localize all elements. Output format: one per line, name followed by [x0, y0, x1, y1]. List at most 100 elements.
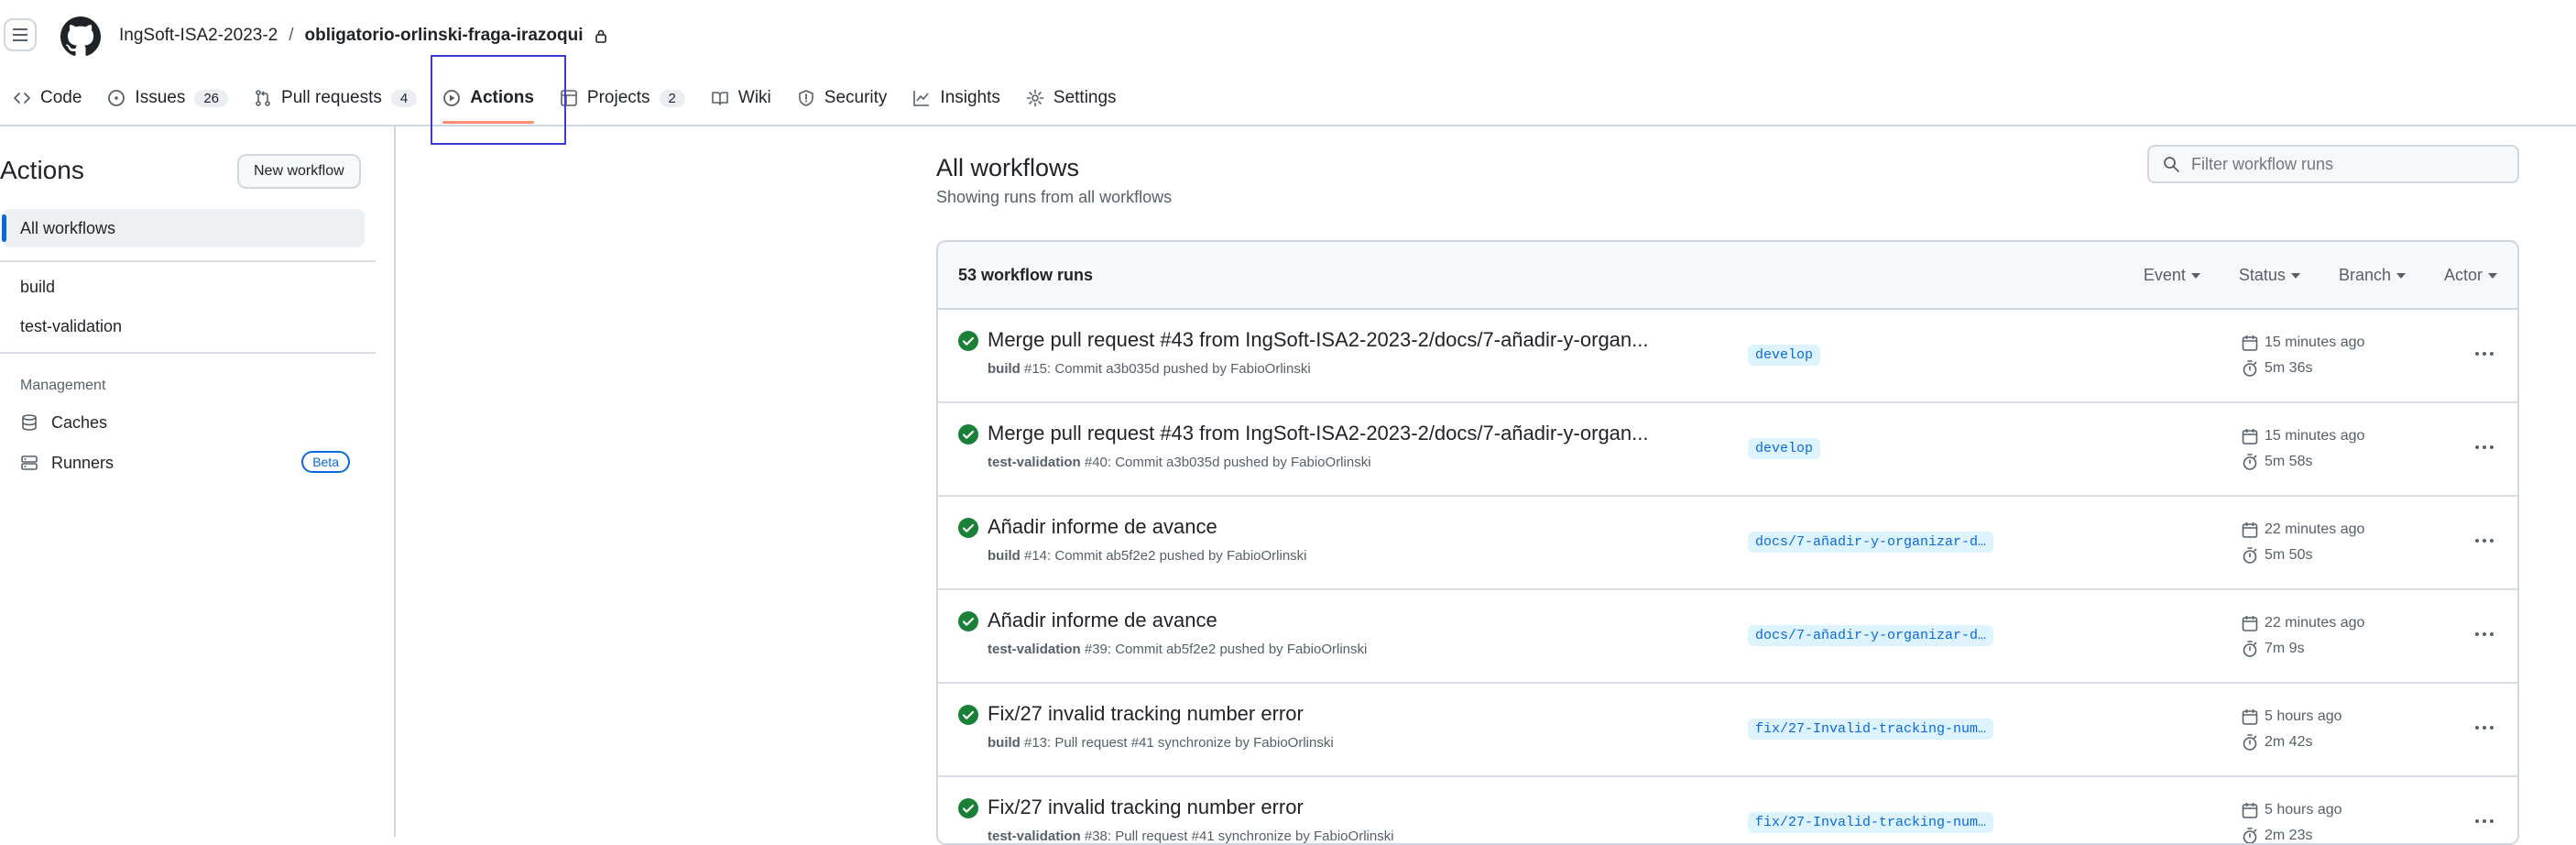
kebab-dot [2483, 445, 2486, 449]
tab-label: Issues [135, 88, 186, 107]
run-title[interactable]: Fix/27 invalid tracking number error [988, 796, 1304, 819]
run-workflow-name: build [988, 548, 1021, 564]
sidebar-item-build[interactable]: build [2, 268, 365, 306]
workflow-run-row[interactable]: Merge pull request #43 from IngSoft-ISA2… [938, 403, 2517, 497]
new-workflow-button[interactable]: New workflow [237, 154, 361, 189]
book-icon [712, 92, 728, 105]
filter-workflow-runs[interactable] [2147, 145, 2519, 183]
repo-header: IngSoft-ISA2-2023-2 / obligatorio-orlins… [0, 0, 2576, 126]
run-description: #40: Commit a3b035d pushed by FabioOrlin… [1080, 455, 1371, 470]
run-options-button[interactable] [2470, 526, 2499, 555]
run-title[interactable]: Merge pull request #43 from IngSoft-ISA2… [988, 422, 1649, 445]
repo-link[interactable]: obligatorio-orlinski-fraga-irazoqui [305, 26, 584, 46]
menu-button[interactable] [4, 18, 37, 51]
tab-issues[interactable]: Issues 26 [94, 75, 241, 121]
issues-count-badge: 26 [194, 89, 229, 107]
stopwatch-icon [2243, 641, 2257, 657]
calendar-icon [2242, 522, 2258, 538]
owner-link[interactable]: IngSoft-ISA2-2023-2 [119, 26, 278, 46]
tab-insights[interactable]: Insights [900, 75, 1012, 121]
kebab-dot [2490, 445, 2494, 449]
workflow-run-row[interactable]: Añadir informe de avance test-validation… [938, 590, 2517, 684]
sidebar-item-runners[interactable]: Runners Beta [2, 444, 365, 482]
run-duration: 2m 23s [2241, 827, 2312, 843]
sidebar-item-caches[interactable]: Caches [2, 403, 365, 442]
branch-label[interactable]: fix/27-Invalid-tracking-num… [1748, 719, 1994, 740]
calendar-icon [2242, 335, 2258, 351]
sidebar-item-all-workflows[interactable]: All workflows [2, 209, 365, 247]
run-meta: build #13: Pull request #41 synchronize … [988, 735, 1334, 751]
breadcrumb-separator: / [289, 26, 294, 45]
run-title[interactable]: Fix/27 invalid tracking number error [988, 702, 1304, 726]
run-description: #14: Commit ab5f2e2 pushed by FabioOrlin… [1020, 548, 1307, 564]
pull-requests-count-badge: 4 [390, 89, 418, 107]
success-check-icon [958, 611, 978, 631]
event-filter-dropdown[interactable]: Event [2144, 266, 2200, 285]
actor-filter-dropdown[interactable]: Actor [2444, 266, 2497, 285]
hamburger-line [13, 28, 27, 30]
run-time-text: 15 minutes ago [2265, 428, 2365, 444]
workflow-run-row[interactable]: Fix/27 invalid tracking number error tes… [938, 777, 2517, 843]
sidebar-item-test-validation[interactable]: test-validation [2, 307, 365, 346]
tab-wiki[interactable]: Wiki [698, 75, 784, 121]
run-options-button[interactable] [2470, 807, 2499, 836]
workflow-run-row[interactable]: Merge pull request #43 from IngSoft-ISA2… [938, 310, 2517, 403]
tab-projects[interactable]: Projects 2 [547, 75, 698, 121]
beta-badge: Beta [301, 451, 350, 473]
workflow-run-row[interactable]: Fix/27 invalid tracking number error bui… [938, 684, 2517, 777]
lock-icon [595, 29, 606, 43]
status-filter-dropdown[interactable]: Status [2239, 266, 2300, 285]
run-duration-text: 5m 50s [2265, 547, 2313, 563]
kebab-dot [2483, 726, 2486, 730]
run-title[interactable]: Añadir informe de avance [988, 609, 1217, 632]
hamburger-line [13, 34, 27, 36]
kebab-dot [2475, 726, 2479, 730]
tab-code[interactable]: Code [0, 75, 94, 121]
repo-nav-tabs: Code Issues 26 Pull requests 4 Actions P… [0, 75, 1130, 124]
kebab-dot [2490, 726, 2494, 730]
runs-filters: Event Status Branch Actor [2144, 266, 2497, 285]
tab-label: Pull requests [281, 88, 382, 107]
kebab-dot [2475, 445, 2479, 449]
run-description: #39: Commit ab5f2e2 pushed by FabioOrlin… [1080, 642, 1368, 657]
shield-icon [798, 90, 813, 106]
kebab-dot [2490, 539, 2494, 543]
branch-label[interactable]: docs/7-añadir-y-organizar-d… [1748, 532, 1994, 553]
stopwatch-icon [2243, 454, 2257, 470]
run-workflow-name: build [988, 361, 1021, 377]
run-options-button[interactable] [2470, 339, 2499, 368]
sidebar-title: Actions [0, 156, 84, 184]
run-description: #13: Pull request #41 synchronize by Fab… [1020, 735, 1334, 751]
run-time-text: 22 minutes ago [2265, 521, 2365, 537]
filter-label: Status [2238, 265, 2286, 284]
run-options-button[interactable] [2470, 620, 2499, 649]
branch-label[interactable]: fix/27-Invalid-tracking-num… [1748, 812, 1994, 833]
branch-label[interactable]: docs/7-añadir-y-organizar-d… [1748, 625, 1994, 646]
branch-filter-dropdown[interactable]: Branch [2339, 266, 2406, 285]
branch-label[interactable]: develop [1748, 438, 1821, 459]
kebab-dot [2475, 352, 2479, 356]
run-options-button[interactable] [2470, 433, 2499, 462]
calendar-icon [2242, 616, 2258, 631]
run-duration-text: 5m 58s [2265, 454, 2313, 469]
run-workflow-name: build [988, 735, 1021, 751]
run-duration: 5m 50s [2241, 546, 2312, 565]
run-duration-text: 5m 36s [2265, 360, 2313, 376]
tab-pull-requests[interactable]: Pull requests 4 [241, 75, 430, 121]
workflow-runs-list: 53 workflow runs Event Status Branch Act… [936, 240, 2519, 845]
run-title[interactable]: Merge pull request #43 from IngSoft-ISA2… [988, 328, 1649, 352]
tab-settings[interactable]: Settings [1013, 75, 1130, 121]
tab-security[interactable]: Security [784, 75, 901, 121]
server-icon [21, 455, 38, 470]
branch-label[interactable]: develop [1748, 345, 1821, 366]
tab-actions[interactable]: Actions [430, 75, 547, 124]
github-logo-icon[interactable] [60, 16, 101, 57]
run-options-button[interactable] [2470, 713, 2499, 742]
workflow-run-row[interactable]: Añadir informe de avance build #14: Comm… [938, 497, 2517, 590]
success-check-icon [958, 705, 978, 725]
filter-input[interactable] [2189, 153, 2495, 175]
run-title[interactable]: Añadir informe de avance [988, 515, 1217, 539]
run-time: 22 minutes ago [2241, 521, 2364, 539]
stopwatch-icon [2243, 547, 2257, 564]
filter-label: Actor [2443, 265, 2483, 284]
